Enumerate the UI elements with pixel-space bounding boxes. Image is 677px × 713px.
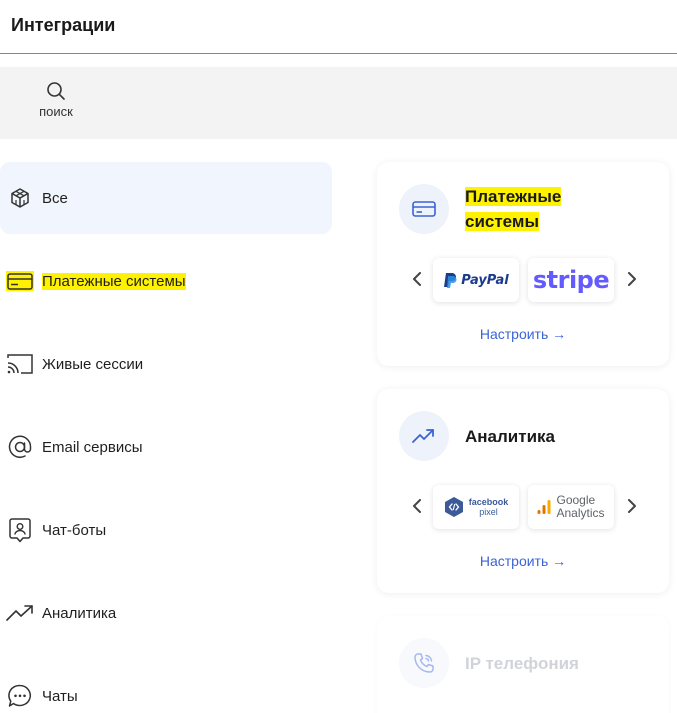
prev-arrow-button[interactable] — [408, 270, 426, 288]
card-title-line2: системы — [465, 212, 540, 231]
stripe-text: stripe — [532, 266, 610, 294]
chevron-left-icon — [413, 272, 421, 286]
google-analytics-logo[interactable]: Google Analytics — [528, 485, 614, 529]
sidebar-item-label: Чат-боты — [42, 521, 107, 539]
setup-link[interactable]: Настроить → — [377, 326, 669, 342]
chatbot-icon — [6, 516, 34, 544]
card-title: Платежные системы — [465, 184, 562, 234]
credit-card-icon — [412, 201, 436, 217]
card-title: IP телефония — [465, 654, 579, 673]
sidebar-item-chats[interactable]: Чаты — [0, 660, 332, 713]
google-analytics-text: Google Analytics — [556, 493, 605, 520]
sidebar-item-email[interactable]: Email сервисы — [0, 411, 332, 483]
sidebar-item-payments[interactable]: Платежные системы — [0, 245, 332, 317]
sidebar-item-label: Платежные системы — [42, 272, 186, 290]
facebook-pixel-icon — [444, 497, 463, 517]
prev-arrow-button[interactable] — [408, 497, 426, 515]
google-analytics-icon — [537, 500, 551, 514]
cast-icon — [6, 350, 34, 378]
card-analytics: Аналитика facebook pixel Google Analytics … — [377, 389, 669, 593]
setup-link[interactable]: Настроить → — [377, 553, 669, 569]
phone-icon — [414, 653, 434, 673]
credit-card-icon — [6, 267, 34, 295]
sidebar-item-chatbots[interactable]: Чат-боты — [0, 494, 332, 566]
page-header: Интеграции — [0, 0, 677, 54]
trend-icon — [412, 429, 434, 443]
page-title: Интеграции — [11, 15, 116, 35]
sidebar-item-label: Живые сессии — [42, 355, 144, 373]
next-arrow-button[interactable] — [623, 497, 641, 515]
search-label: поиск — [39, 104, 73, 119]
trend-icon — [6, 599, 34, 627]
sidebar-item-label: Email сервисы — [42, 438, 143, 456]
sidebar-item-all[interactable]: Все — [0, 162, 332, 234]
paypal-text: PayPal — [461, 272, 509, 288]
card-ip-telephony: IP телефония — [377, 616, 669, 713]
search-icon — [47, 82, 65, 100]
search-button[interactable]: поиск — [30, 79, 82, 129]
facebook-pixel-text: facebook pixel — [468, 497, 509, 517]
stripe-logo[interactable]: stripe — [528, 258, 614, 302]
sidebar-item-analytics[interactable]: Аналитика — [0, 577, 332, 649]
card-icon-circle — [399, 184, 449, 234]
chevron-left-icon — [413, 499, 421, 513]
at-icon — [6, 433, 34, 461]
paypal-icon — [444, 273, 457, 288]
sidebar-item-label: Аналитика — [42, 604, 117, 622]
card-title-line1: Платежные — [465, 187, 562, 206]
facebook-pixel-logo[interactable]: facebook pixel — [433, 485, 519, 529]
card-icon-circle — [399, 411, 449, 461]
chevron-right-icon — [628, 272, 636, 286]
sidebar-item-label: Все — [42, 189, 68, 207]
chat-icon — [6, 682, 34, 710]
sidebar-item-live-sessions[interactable]: Живые сессии — [0, 328, 332, 400]
next-arrow-button[interactable] — [623, 270, 641, 288]
sidebar-item-label: Чаты — [42, 687, 78, 705]
card-icon-circle — [399, 638, 449, 688]
chevron-right-icon — [628, 499, 636, 513]
paypal-logo[interactable]: PayPal — [433, 258, 519, 302]
search-bar: поиск — [0, 67, 677, 139]
card-title: Аналитика — [465, 427, 555, 446]
cube-icon — [6, 184, 34, 212]
card-payment-systems: Платежные системы PayPal stripe Настроит… — [377, 162, 669, 366]
